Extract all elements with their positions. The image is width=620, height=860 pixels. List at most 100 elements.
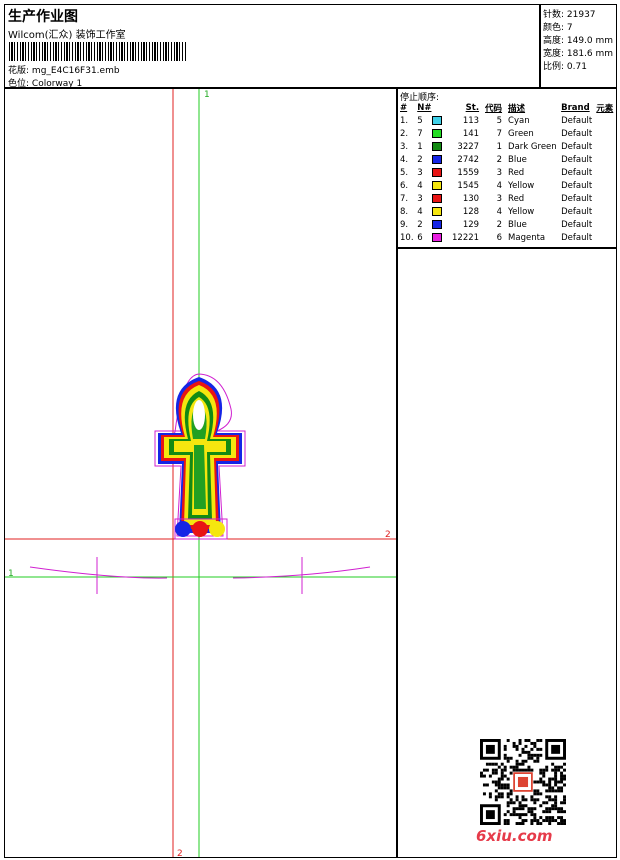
table-row: 4. 2 2742 2 Blue Default (398, 153, 616, 166)
col-element: 元素 (596, 103, 614, 114)
col-code: 代码 (485, 103, 503, 114)
row-brand: Default (561, 115, 593, 126)
row-code: 2 (496, 219, 503, 230)
color-swatch (432, 141, 443, 151)
document-title: 生产作业图 (8, 9, 78, 25)
row-element (596, 114, 616, 127)
row-needle: 2 (417, 219, 423, 230)
watermark-logo: 6xiu.com (476, 827, 553, 845)
row-code: 4 (496, 206, 503, 217)
row-brand: Default (561, 180, 593, 191)
color-swatch (432, 193, 443, 203)
design-canvas: 1 2 1 2 (4, 88, 397, 858)
row-needle: 6 (417, 232, 423, 243)
company-name: Wilcom(汇众) 装饰工作室 (8, 30, 126, 41)
row-description: Blue (508, 219, 527, 230)
stat-height: 高度: 149.0 mm (543, 36, 614, 46)
row-brand: Default (561, 128, 593, 139)
row-element (596, 153, 616, 166)
row-description: Cyan (508, 115, 530, 126)
ankh-design (154, 373, 246, 537)
color-swatch (432, 167, 443, 177)
row-stitches: 3227 (457, 141, 480, 152)
header-panel: 生产作业图 Wilcom(汇众) 装饰工作室 花版: mg_E4C16F31.e… (4, 4, 540, 89)
row-needle: 4 (417, 206, 423, 217)
stat-colors: 颜色: 7 (543, 23, 573, 33)
row-stitches: 2742 (457, 154, 480, 165)
guide-h1-label: 1 (8, 569, 14, 579)
row-needle: 3 (417, 167, 423, 178)
table-row: 10. 6 12221 6 Magenta Default (398, 231, 616, 244)
row-code: 3 (496, 167, 503, 178)
stop-sequence-table: # N# St. 代码 描述 Brand 元素 1. 5 113 5 Cyan Defau… (398, 101, 616, 244)
row-stitches: 128 (462, 206, 480, 217)
table-row: 2. 7 141 7 Green Default (398, 127, 616, 140)
col-number: # (400, 102, 408, 113)
row-element (596, 166, 616, 179)
guide-h2-label: 2 (385, 530, 391, 540)
color-dots (174, 518, 228, 540)
color-swatch (432, 206, 443, 216)
row-brand: Default (561, 154, 593, 165)
color-swatch (432, 232, 443, 242)
row-element (596, 179, 616, 192)
row-code: 6 (496, 232, 503, 243)
row-swatch (432, 127, 452, 140)
stop-sequence-panel: 停止顺序: # N# St. 代码 描述 Brand 元素 1. 5 113 5 Cya… (397, 88, 617, 248)
row-stitches: 141 (462, 128, 480, 139)
row-swatch (432, 114, 452, 127)
row-code: 7 (496, 128, 503, 139)
table-row: 1. 5 113 5 Cyan Default (398, 114, 616, 127)
row-number: 10. (400, 232, 414, 243)
row-stitches: 12221 (452, 232, 480, 243)
guide-v1-label: 1 (204, 90, 210, 100)
row-brand: Default (561, 141, 593, 152)
table-row: 5. 3 1559 3 Red Default (398, 166, 616, 179)
row-element (596, 218, 616, 231)
row-needle: 4 (417, 180, 423, 191)
row-number: 1. (400, 115, 409, 126)
row-number: 2. (400, 128, 409, 139)
col-stitches: St. (465, 102, 480, 113)
hoop-marks (29, 557, 371, 594)
row-number: 3. (400, 141, 409, 152)
pattern-label: 花版: (8, 66, 30, 76)
row-number: 9. (400, 219, 409, 230)
row-description: Dark Green (508, 141, 557, 152)
table-row: 3. 1 3227 1 Dark Green Default (398, 140, 616, 153)
qr-code-icon (480, 739, 566, 825)
row-element (596, 192, 616, 205)
row-code: 1 (496, 141, 503, 152)
row-stitches: 1545 (457, 180, 480, 191)
guide-v2-label: 2 (177, 849, 183, 858)
table-header-row: # N# St. 代码 描述 Brand 元素 (398, 101, 616, 114)
row-brand: Default (561, 167, 593, 178)
row-swatch (432, 153, 452, 166)
row-description: Yellow (508, 180, 535, 191)
row-brand: Default (561, 193, 593, 204)
row-code: 4 (496, 180, 503, 191)
row-code: 2 (496, 154, 503, 165)
row-brand: Default (561, 206, 593, 217)
stat-width: 宽度: 181.6 mm (543, 49, 614, 59)
table-row: 6. 4 1545 4 Yellow Default (398, 179, 616, 192)
row-stitches: 1559 (457, 167, 480, 178)
stat-scale: 比例: 0.71 (543, 62, 587, 72)
pattern-filename: mg_E4C16F31.emb (31, 66, 120, 76)
pattern-line: 花版: mg_E4C16F31.emb (8, 63, 120, 76)
table-row: 8. 4 128 4 Yellow Default (398, 205, 616, 218)
row-element (596, 127, 616, 140)
row-stitches: 130 (462, 193, 480, 204)
row-element (596, 140, 616, 153)
col-brand: Brand (561, 102, 590, 113)
table-row: 9. 2 129 2 Blue Default (398, 218, 616, 231)
col-description: 描述 (508, 103, 526, 114)
col-swatch (432, 101, 452, 114)
row-needle: 2 (417, 154, 423, 165)
row-description: Green (508, 128, 534, 139)
row-description: Magenta (508, 232, 546, 243)
row-brand: Default (561, 219, 593, 230)
row-swatch (432, 205, 452, 218)
row-stitches: 113 (462, 115, 480, 126)
stat-stitches: 针数: 21937 (543, 10, 596, 20)
